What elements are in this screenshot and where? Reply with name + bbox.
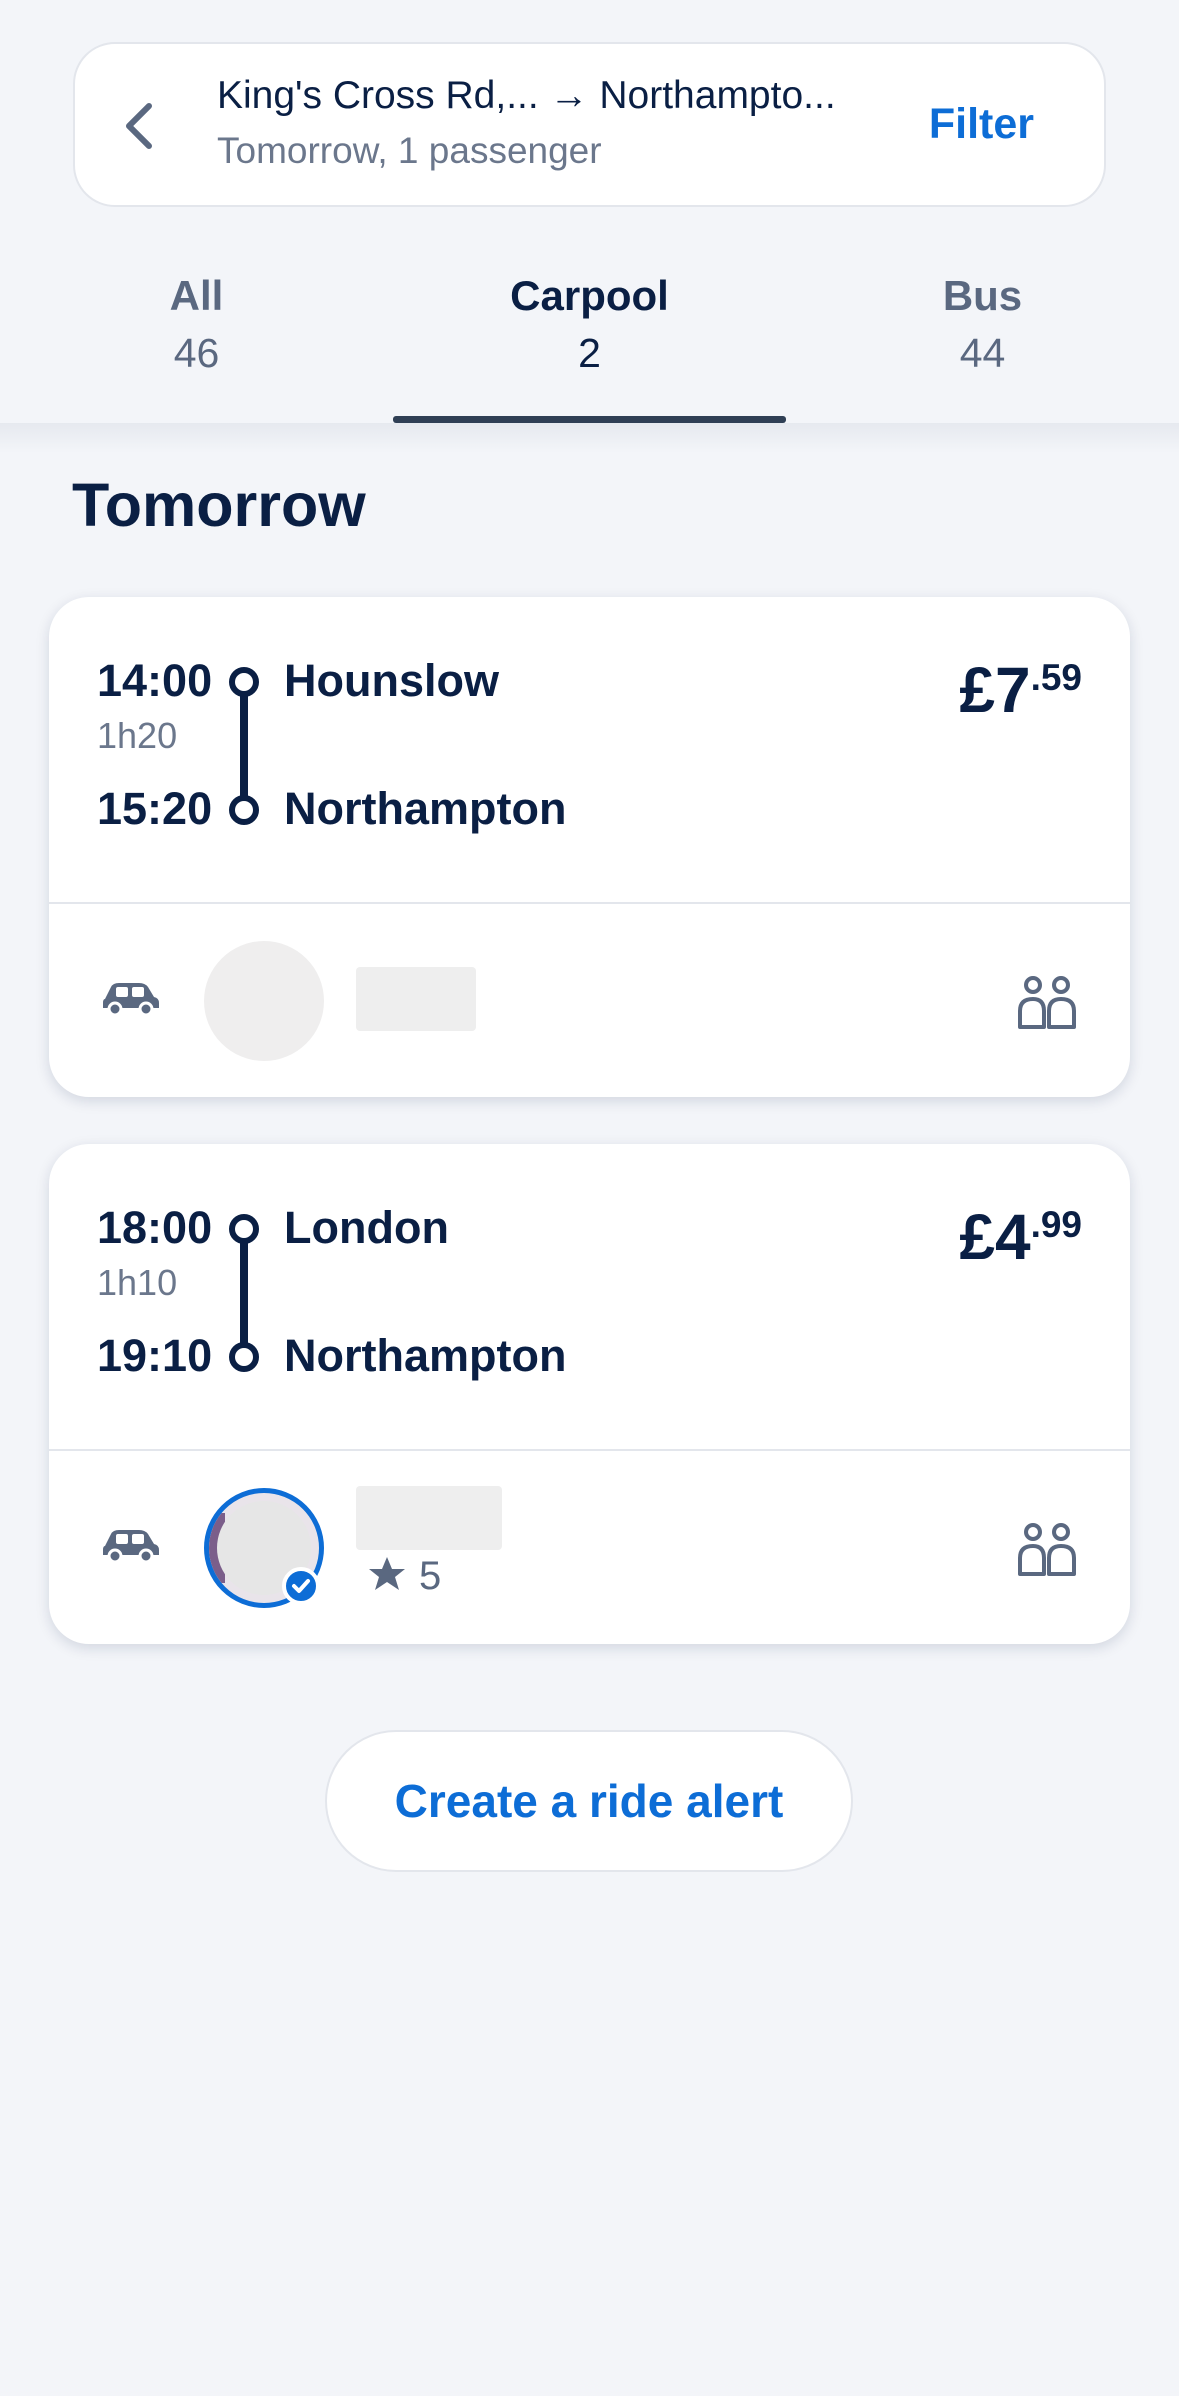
arrival-time: 15:20	[97, 783, 213, 834]
price-cents: .99	[1030, 1204, 1082, 1245]
route-text: King's Cross Rd,... → Northampto...	[217, 74, 836, 117]
arrival-city: Northampton	[284, 783, 567, 834]
trip-duration: 1h10	[97, 1262, 178, 1303]
passengers-icon	[1018, 976, 1076, 1029]
driver-rating: 5	[419, 1554, 442, 1598]
tab-all[interactable]: All 46	[0, 272, 393, 377]
price-cents: .59	[1030, 657, 1082, 698]
back-button[interactable]	[97, 84, 181, 168]
driver-avatar[interactable]	[204, 941, 324, 1061]
create-ride-alert-button[interactable]: Create a ride alert	[325, 1730, 853, 1872]
chevron-left-icon	[126, 103, 152, 149]
ride-price: £4.99	[959, 1200, 1082, 1274]
tab-count: 46	[173, 330, 220, 376]
tab-bar: All 46 Carpool 2 Bus 44	[0, 250, 1179, 423]
active-tab-indicator	[393, 416, 786, 423]
verified-icon	[282, 1567, 320, 1605]
departure-time: 18:00	[97, 1202, 213, 1253]
arrival-dot	[229, 795, 259, 825]
car-icon	[103, 1530, 159, 1564]
filter-button[interactable]: Filter	[929, 100, 1034, 149]
tab-label: Carpool	[510, 272, 669, 319]
tab-label: All	[169, 272, 224, 319]
driver-name-redacted	[356, 1486, 502, 1550]
ride-price: £7.59	[959, 653, 1082, 727]
departure-dot	[229, 667, 259, 697]
route-subtitle: Tomorrow, 1 passenger	[217, 130, 602, 171]
trip-duration: 1h20	[97, 715, 178, 756]
header-shadow	[0, 423, 1179, 453]
route-line	[240, 1241, 248, 1345]
route-line	[240, 694, 248, 798]
star-icon	[369, 1557, 405, 1590]
header-area: King's Cross Rd,... → Northampto... Tomo…	[0, 0, 1179, 423]
departure-city: Hounslow	[284, 655, 499, 706]
arrival-city: Northampton	[284, 1330, 567, 1381]
tab-count: 2	[578, 330, 601, 376]
departure-time: 14:00	[97, 655, 213, 706]
driver-name-redacted	[356, 967, 476, 1031]
arrival-time: 19:10	[97, 1330, 213, 1381]
tab-label: Bus	[942, 272, 1023, 319]
passengers-icon	[1018, 1523, 1076, 1576]
departure-dot	[229, 1214, 259, 1244]
checkmark-icon	[292, 1579, 310, 1593]
tab-carpool[interactable]: Carpool 2	[393, 272, 786, 377]
price-main: £7	[959, 654, 1031, 726]
section-title: Tomorrow	[72, 471, 366, 539]
arrival-dot	[229, 1342, 259, 1372]
car-icon	[103, 983, 159, 1017]
price-main: £4	[959, 1201, 1031, 1273]
search-summary-bar[interactable]: King's Cross Rd,... → Northampto... Tomo…	[73, 42, 1106, 207]
ride-card[interactable]: 18:00 1h10 19:10 London Northampton £4.9…	[49, 1144, 1130, 1644]
tab-bus[interactable]: Bus 44	[786, 272, 1179, 377]
card-divider	[49, 902, 1130, 904]
card-divider	[49, 1449, 1130, 1451]
departure-city: London	[284, 1202, 449, 1253]
ride-card[interactable]: 14:00 1h20 15:20 Hounslow Northampton £7…	[49, 597, 1130, 1097]
tab-count: 44	[959, 330, 1006, 376]
